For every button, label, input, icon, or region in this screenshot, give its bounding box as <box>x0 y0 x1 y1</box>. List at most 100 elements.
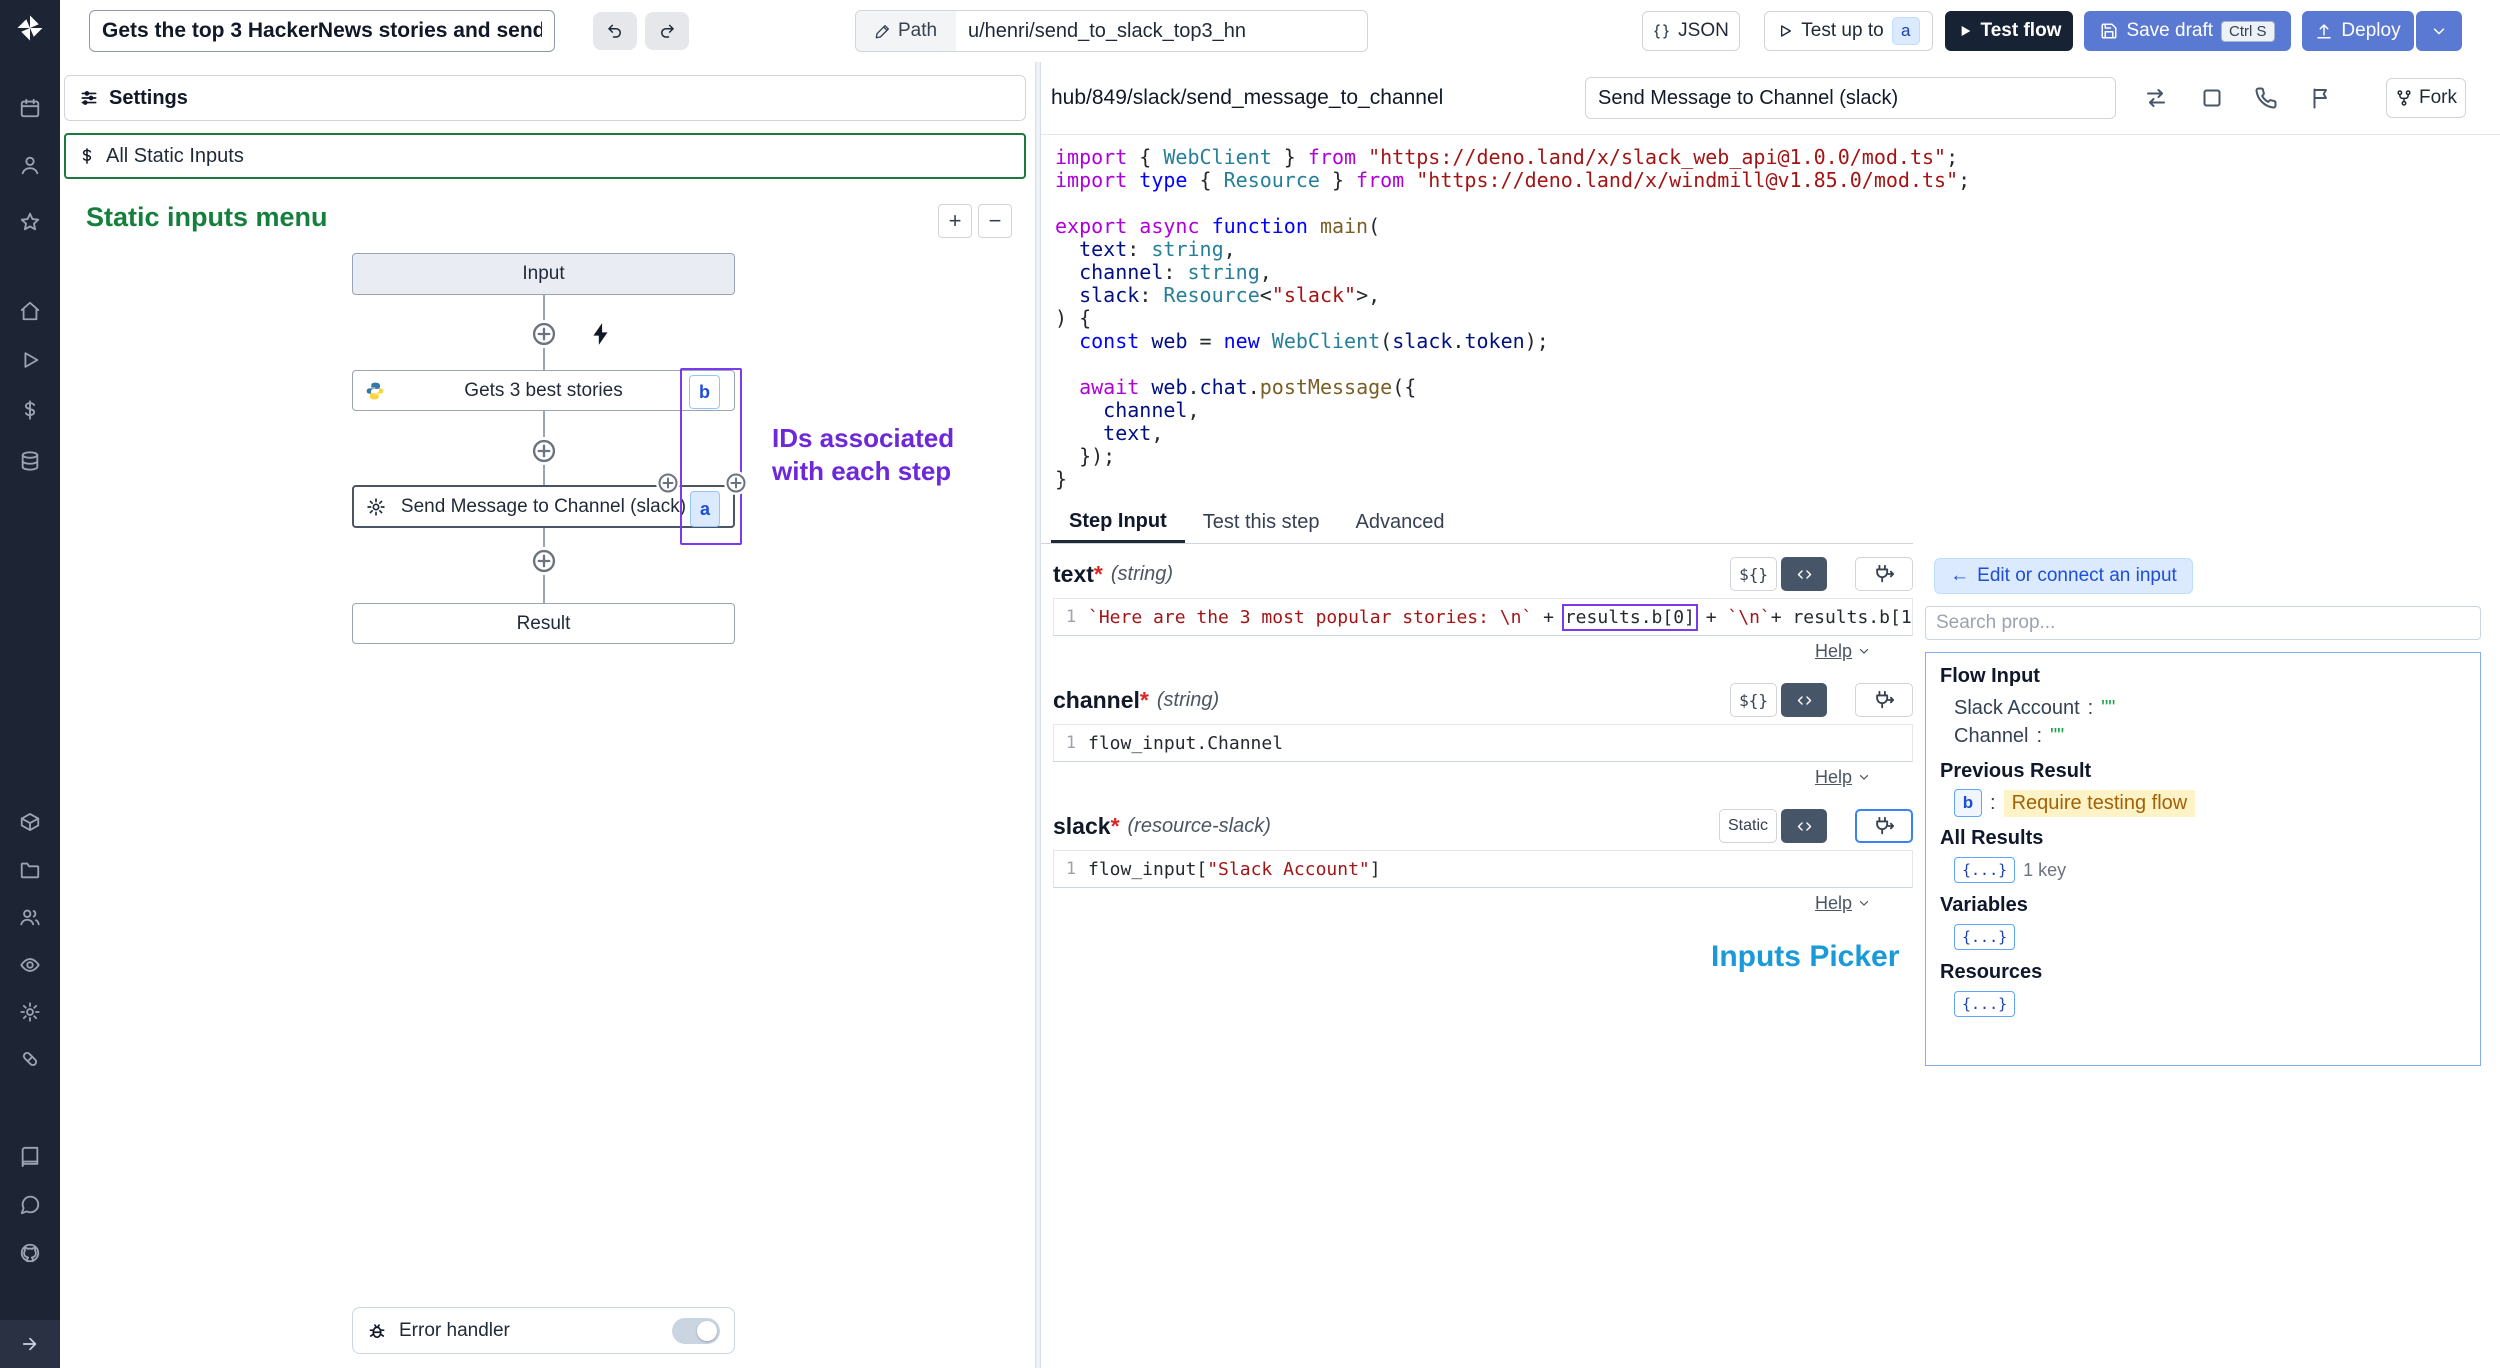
add-step-button[interactable] <box>530 547 558 575</box>
step-id-badge-a[interactable]: a <box>690 491 720 527</box>
hub-script-breadcrumb[interactable]: hub/849/slack/send_message_to_channel <box>1051 86 1443 110</box>
play-icon[interactable] <box>19 349 41 371</box>
tab-advanced[interactable]: Advanced <box>1337 502 1462 543</box>
picker-row-channel[interactable]: Channel : "" <box>1954 722 2466 750</box>
fork-button[interactable]: Fork <box>2386 78 2466 118</box>
picker-row-slack-account[interactable]: Slack Account : "" <box>1954 694 2466 722</box>
add-step-button[interactable] <box>530 320 558 348</box>
zoom-out-button[interactable]: − <box>978 204 1012 238</box>
eye-icon[interactable] <box>19 954 41 976</box>
plug-icon <box>1873 563 1895 585</box>
error-handler-card[interactable]: Error handler <box>352 1307 735 1354</box>
deploy-more-button[interactable] <box>2416 11 2462 51</box>
picker-row-previous-result[interactable]: b : Require testing flow <box>1954 789 2466 817</box>
code-line: channel, <box>1055 399 2485 422</box>
step-id-badge-b[interactable]: b <box>689 375 720 409</box>
add-step-button[interactable] <box>530 437 558 465</box>
flow-node-input[interactable]: Input <box>352 253 735 295</box>
path-input[interactable] <box>956 10 1368 52</box>
bolt-icon[interactable] <box>588 321 614 347</box>
search-prop-input[interactable] <box>1925 606 2481 640</box>
field-expression-editor[interactable]: 1 `Here are the 3 most popular stories: … <box>1053 598 1913 636</box>
sidebar-expand-button[interactable] <box>0 1320 60 1368</box>
code-icon <box>1796 566 1813 583</box>
users-icon[interactable] <box>19 906 41 928</box>
field-expression-editor[interactable]: 1 flow_input.Channel <box>1053 724 1913 762</box>
phone-icon[interactable] <box>2254 86 2278 110</box>
package-icon[interactable] <box>19 811 41 833</box>
step-summary-input[interactable] <box>1585 77 2116 119</box>
deploy-button[interactable]: Deploy <box>2302 11 2414 51</box>
code-mode-button[interactable] <box>1781 809 1827 843</box>
square-icon[interactable] <box>2200 86 2224 110</box>
json-button[interactable]: JSON <box>1642 11 1740 51</box>
code-mode-button[interactable] <box>1781 683 1827 717</box>
move-step-handle[interactable] <box>656 471 680 495</box>
gear-icon <box>366 497 386 517</box>
code-mode-button[interactable] <box>1781 557 1827 591</box>
object-chip[interactable]: {...} <box>1954 857 2015 883</box>
picker-section-previous-result: Previous Result b : Require testing flow <box>1940 760 2466 817</box>
gear-icon[interactable] <box>19 1001 41 1023</box>
code-line: text, <box>1055 422 2485 445</box>
swap-icon[interactable] <box>2144 86 2168 110</box>
step-id-badge: b <box>1954 789 1982 817</box>
section-title: Resources <box>1940 961 2466 984</box>
object-chip[interactable]: {...} <box>1954 924 2015 950</box>
path-label: Path <box>898 20 937 42</box>
tab-step-input[interactable]: Step Input <box>1051 502 1185 543</box>
template-mode-button[interactable]: ${} <box>1730 557 1777 591</box>
move-step-handle[interactable] <box>724 471 748 495</box>
save-draft-button[interactable]: Save draft Ctrl S <box>2084 11 2291 51</box>
static-mode-button[interactable]: Static <box>1719 809 1777 843</box>
test-up-to-button[interactable]: Test up to a <box>1764 11 1933 51</box>
code-line: }); <box>1055 445 2485 468</box>
flow-settings-button[interactable]: Settings <box>64 75 1026 121</box>
connect-input-button[interactable] <box>1855 683 1913 717</box>
tab-test-this-step[interactable]: Test this step <box>1185 502 1338 543</box>
github-icon[interactable] <box>19 1242 41 1264</box>
undo-button[interactable] <box>593 12 637 50</box>
flow-node-result[interactable]: Result <box>352 603 735 644</box>
picker-section-variables: Variables {...} <box>1940 894 2466 951</box>
required-asterisk: * <box>1140 687 1149 714</box>
object-chip[interactable]: {...} <box>1954 991 2015 1017</box>
help-link[interactable]: Help <box>1053 762 1913 792</box>
step-tabs: Step Input Test this step Advanced <box>1041 502 1913 544</box>
zoom-in-button[interactable]: + <box>938 204 972 238</box>
field-expression-editor[interactable]: 1 flow_input["Slack Account"] <box>1053 850 1913 888</box>
connect-input-button[interactable] <box>1855 809 1913 843</box>
code-line: export async function main( <box>1055 215 2485 238</box>
connect-input-button[interactable] <box>1855 557 1913 591</box>
folder-icon[interactable] <box>19 859 41 881</box>
pencil-icon <box>875 23 891 39</box>
picker-row-all-results[interactable]: {...} 1 key <box>1954 856 2466 884</box>
plug-icon <box>1873 689 1895 711</box>
book-icon[interactable] <box>19 1146 41 1168</box>
help-link[interactable]: Help <box>1053 636 1913 666</box>
home-icon[interactable] <box>19 300 41 322</box>
flow-title-input[interactable] <box>89 10 555 52</box>
calendar-icon[interactable] <box>19 97 41 119</box>
star-icon[interactable] <box>19 211 41 233</box>
code-editor[interactable]: import { WebClient } from "https://deno.… <box>1055 146 2485 491</box>
error-handler-toggle[interactable] <box>672 1318 720 1344</box>
picker-row-resources[interactable]: {...} <box>1954 990 2466 1018</box>
template-mode-button[interactable]: ${} <box>1730 683 1777 717</box>
redo-button[interactable] <box>645 12 689 50</box>
dollar-icon[interactable] <box>19 399 41 421</box>
database-icon[interactable] <box>19 450 41 472</box>
flag-icon[interactable] <box>2309 86 2333 110</box>
help-link[interactable]: Help <box>1053 888 1913 918</box>
windmill-logo[interactable] <box>15 13 45 43</box>
flow-node-gets-3-best-stories[interactable]: Gets 3 best stories <box>352 370 735 411</box>
pill-icon[interactable] <box>19 1048 41 1070</box>
flow-node-label: Input <box>522 263 564 285</box>
picker-row-variables[interactable]: {...} <box>1954 923 2466 951</box>
chat-icon[interactable] <box>19 1194 41 1216</box>
all-static-inputs-button[interactable]: All Static Inputs <box>64 133 1026 179</box>
code-line: channel: string, <box>1055 261 2485 284</box>
test-flow-button[interactable]: Test flow <box>1945 11 2073 51</box>
user-icon[interactable] <box>19 154 41 176</box>
edit-or-connect-input-button[interactable]: ← Edit or connect an input <box>1934 558 2193 594</box>
